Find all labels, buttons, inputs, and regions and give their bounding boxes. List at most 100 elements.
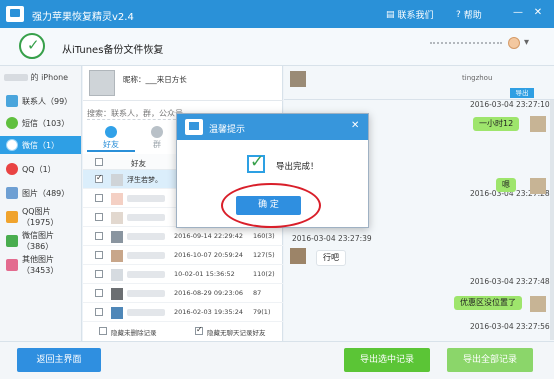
row-checkbox[interactable] xyxy=(95,194,103,202)
avatar xyxy=(111,288,123,300)
list-header-label: 好友 xyxy=(131,159,146,168)
self-avatar xyxy=(530,116,546,132)
close-icon[interactable]: ✕ xyxy=(532,7,544,19)
self-avatar xyxy=(530,178,546,194)
row-checkbox[interactable] xyxy=(95,213,103,221)
tab-groups[interactable]: 群 xyxy=(139,124,175,152)
ok-button[interactable]: 确 定 xyxy=(236,196,301,215)
sidebar-item-wechat-photos[interactable]: 微信图片（386） xyxy=(0,231,81,251)
tab-label: 好友 xyxy=(103,140,119,149)
wechat-icon xyxy=(6,139,18,151)
row-checkbox[interactable] xyxy=(95,173,103,183)
sub-header: 从iTunes备份文件恢复 ▾ xyxy=(0,28,554,66)
account-redacted xyxy=(430,42,502,47)
message-icon xyxy=(6,117,18,129)
row-checkbox[interactable] xyxy=(95,232,103,240)
device-label: 的 iPhone xyxy=(4,72,78,86)
app-logo-icon xyxy=(185,119,203,135)
sidebar-item-contacts[interactable]: 联系人（99） xyxy=(0,92,81,110)
tab-indicator xyxy=(87,150,135,152)
sidebar-item-label: QQ（1） xyxy=(22,164,56,174)
avatar xyxy=(111,250,123,262)
export-selected-button[interactable]: 导出选中记录 xyxy=(344,348,430,372)
sidebar-item-label: 微信（1） xyxy=(22,140,60,150)
avatar xyxy=(111,212,123,224)
message-count: 79(1) xyxy=(253,308,271,316)
message-time: 2016-03-04 23:27:10 xyxy=(470,100,550,109)
message-time: 2016-03-04 23:27:48 xyxy=(470,277,550,286)
message-bubble-out: 一小时12 xyxy=(473,117,520,131)
profile-nickname: 昵称：___来日方长 xyxy=(123,75,187,84)
friends-icon xyxy=(105,126,117,138)
avatar xyxy=(111,307,123,319)
chat-contact-info: tingzhou xyxy=(462,74,493,82)
contact-name-redacted xyxy=(127,290,165,297)
contact-name-redacted xyxy=(127,195,165,202)
contact-name-redacted xyxy=(127,252,165,259)
other-photo-icon xyxy=(6,259,18,271)
sidebar-item-label: 短信（103） xyxy=(22,118,70,128)
avatar xyxy=(111,269,123,281)
sidebar-item-qq[interactable]: QQ（1） xyxy=(0,160,81,178)
contact-us-label: 联系我们 xyxy=(397,11,434,21)
contact-name-redacted xyxy=(127,309,165,316)
export-all-button[interactable]: 导出全部记录 xyxy=(447,348,533,372)
message-time: 2016-03-04 23:27:39 xyxy=(292,234,372,243)
message-bubble-out: 嗯 xyxy=(496,178,516,192)
chat-contact-avatar xyxy=(290,71,306,87)
row-checkbox[interactable] xyxy=(95,251,103,259)
qq-photo-icon xyxy=(6,211,18,223)
page-title: 从iTunes备份文件恢复 xyxy=(62,45,164,56)
row-checkbox[interactable] xyxy=(95,289,103,297)
row-checkbox[interactable] xyxy=(95,308,103,316)
contacts-icon xyxy=(6,95,18,107)
sidebar-item-messages[interactable]: 短信（103） xyxy=(0,114,81,132)
table-row[interactable]: 2016-10-07 20:59:24 127(5) xyxy=(83,246,283,265)
export-button[interactable]: 导出 xyxy=(510,88,534,98)
table-row[interactable]: 2016-09-14 22:29:42 160(3) xyxy=(83,227,283,246)
chat-scrollbar[interactable] xyxy=(550,100,554,340)
last-message-time: 2016-09-14 22:29:42 xyxy=(174,232,244,240)
last-message-time: 2016-02-03 19:35:24 xyxy=(174,308,244,316)
sidebar-item-photos[interactable]: 图片（489） xyxy=(0,184,81,202)
table-row[interactable]: 10-02-01 15:36:52 110(2) xyxy=(83,265,283,284)
row-checkbox[interactable] xyxy=(95,270,103,278)
tab-label: 群 xyxy=(153,140,161,149)
dialog-title: 温馨提示 xyxy=(209,125,246,135)
back-to-main-button[interactable]: 返回主界面 xyxy=(17,348,101,372)
minimize-icon[interactable]: — xyxy=(512,7,524,19)
qq-icon xyxy=(6,163,18,175)
contact-avatar xyxy=(290,248,306,264)
user-avatar[interactable] xyxy=(508,37,520,49)
tab-friends[interactable]: 好友 xyxy=(93,124,129,152)
sidebar-item-label: QQ图片（1975） xyxy=(22,207,59,227)
last-message-time: 2016-08-29 09:23:06 xyxy=(174,289,244,297)
contact-us-button[interactable]: ▤ 联系我们 xyxy=(386,8,434,22)
contact-name: 浮生若梦。 xyxy=(127,176,162,183)
message-count: 87 xyxy=(253,289,262,297)
table-row[interactable]: 2016-08-29 09:23:06 87 xyxy=(83,284,283,303)
close-icon[interactable]: ✕ xyxy=(351,120,359,131)
success-check-icon xyxy=(247,152,265,173)
app-logo-icon xyxy=(6,6,24,22)
sidebar-item-other-photos[interactable]: 其他图片（3453） xyxy=(0,255,81,275)
sidebar-item-qq-photos[interactable]: QQ图片（1975） xyxy=(0,207,81,227)
chevron-down-icon[interactable]: ▾ xyxy=(524,37,529,48)
sidebar-item-wechat[interactable]: 微信（1） xyxy=(0,136,81,154)
select-all-checkbox[interactable] xyxy=(95,158,103,166)
hide-deleted-checkbox[interactable] xyxy=(99,327,107,335)
help-label: 帮助 xyxy=(463,11,482,21)
last-message-time: 2016-10-07 20:59:24 xyxy=(174,251,244,259)
shield-check-icon xyxy=(19,33,45,59)
help-icon: ? xyxy=(456,9,461,20)
photo-icon xyxy=(6,187,18,199)
table-row[interactable]: 2016-02-03 19:35:24 79(1) xyxy=(83,303,283,322)
message-count: 160(3) xyxy=(253,232,275,240)
hide-empty-checkbox[interactable] xyxy=(195,325,203,335)
sidebar-item-label: 其他图片（3453） xyxy=(22,255,59,275)
avatar xyxy=(111,193,123,205)
profile-avatar xyxy=(89,70,115,96)
last-message-time: 10-02-01 15:36:52 xyxy=(174,270,235,278)
help-button[interactable]: ? 帮助 xyxy=(456,8,482,22)
dialog-message: 导出完成！ xyxy=(276,162,319,172)
